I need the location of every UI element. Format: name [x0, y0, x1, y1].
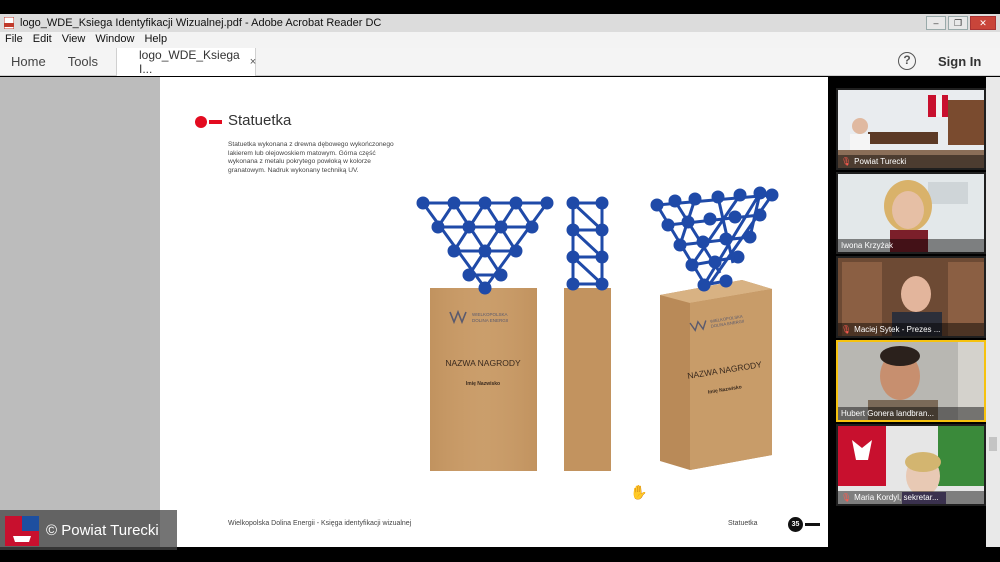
document-tab-label: logo_WDE_Ksiega I... — [139, 48, 240, 76]
wood-block-side — [564, 288, 611, 471]
participant-name: Hubert Gonera landbran... — [841, 409, 934, 418]
mic-muted-icon: 🎙 — [841, 157, 852, 166]
participant-label: 🎙 Maciej Sytek - Prezes ... — [838, 323, 984, 336]
tab-document[interactable]: logo_WDE_Ksiega I... × — [116, 48, 256, 76]
menu-edit[interactable]: Edit — [28, 32, 57, 48]
participant-tile[interactable]: 🎙 Powiat Turecki — [836, 88, 986, 170]
menu-file[interactable]: File — [0, 32, 28, 48]
mic-muted-icon: 🎙 — [841, 493, 852, 502]
vertical-scrollbar[interactable] — [986, 77, 1000, 547]
award-name-front: NAZWA NAGRODY — [445, 358, 521, 368]
participant-name: Powiat Turecki — [854, 157, 907, 166]
logo-text-2: DOLINA ENERGII — [472, 318, 508, 323]
menu-bar: File Edit View Window Help — [0, 32, 1000, 48]
participant-label: 🎙 Maria Kordyl, sekretar... — [838, 491, 984, 504]
scrollbar-thumb[interactable] — [989, 437, 997, 451]
participant-tile[interactable]: 🎙 Maciej Sytek - Prezes ... — [836, 256, 986, 338]
screen: logo_WDE_Ksiega Identyfikacji Wizualnej.… — [0, 0, 1000, 562]
footer-left: Wielkopolska Dolina Energii - Księga ide… — [228, 520, 412, 527]
broadcast-watermark: © Powiat Turecki — [0, 510, 177, 550]
tab-home[interactable]: Home — [0, 54, 57, 69]
statuette-illustration: WIELKOPOLSKA DOLINA ENERGII NAZWA NAGROD… — [416, 186, 779, 471]
participant-tile[interactable]: 🎙 Maria Kordyl, sekretar... — [836, 424, 986, 506]
mic-muted-icon: 🎙 — [841, 325, 852, 334]
pdf-file-icon — [4, 17, 14, 29]
menu-view[interactable]: View — [57, 32, 91, 48]
maximize-button[interactable]: ❐ — [948, 16, 968, 30]
video-participants-panel: 🎙 Powiat Turecki Iwona Krzyżak 🎙 Maciej Sy… — [836, 88, 986, 512]
participant-label: Hubert Gonera landbran... — [838, 407, 984, 420]
county-crest-icon — [5, 516, 39, 546]
participant-name: Maria Kordyl, sekretar... — [854, 493, 939, 502]
participant-tile[interactable]: Iwona Krzyżak — [836, 172, 986, 254]
logo-text-1: WIELKOPOLSKA — [472, 312, 508, 317]
tab-bar: Home Tools logo_WDE_Ksiega I... × ? Sign… — [0, 48, 1000, 76]
participant-name: Maciej Sytek - Prezes ... — [854, 325, 941, 334]
title-bar: logo_WDE_Ksiega Identyfikacji Wizualnej.… — [0, 14, 1000, 32]
menu-window[interactable]: Window — [90, 32, 139, 48]
metal-lattice-3d — [650, 186, 779, 292]
participant-label: Iwona Krzyżak — [838, 239, 984, 252]
participant-tile-active-speaker[interactable]: Hubert Gonera landbran... — [836, 340, 986, 422]
window-title: logo_WDE_Ksiega Identyfikacji Wizualnej.… — [20, 17, 382, 29]
pdf-page: Statuetka Statuetka wykonana z drewna dę… — [160, 77, 828, 547]
metal-lattice-side — [566, 196, 609, 291]
minimize-button[interactable]: ‒ — [926, 16, 946, 30]
sign-in-button[interactable]: Sign In — [938, 54, 981, 69]
document-viewport[interactable]: Statuetka Statuetka wykonana z drewna dę… — [0, 77, 828, 547]
close-tab-icon[interactable]: × — [250, 56, 256, 68]
tab-tools[interactable]: Tools — [57, 54, 109, 69]
metal-lattice-front — [416, 196, 554, 295]
menu-help[interactable]: Help — [139, 32, 172, 48]
close-window-button[interactable]: ✕ — [970, 16, 996, 30]
recipient-front: Imię Nazwisko — [466, 381, 500, 387]
page-number-bar — [805, 523, 820, 526]
footer-right: Statuetka — [728, 520, 758, 527]
help-icon[interactable]: ? — [898, 52, 916, 70]
participant-label: 🎙 Powiat Turecki — [838, 155, 984, 168]
page-number: 35 — [788, 517, 803, 532]
watermark-text: © Powiat Turecki — [46, 522, 159, 539]
hand-cursor-icon: ✋ — [630, 484, 648, 500]
participant-name: Iwona Krzyżak — [841, 241, 894, 250]
